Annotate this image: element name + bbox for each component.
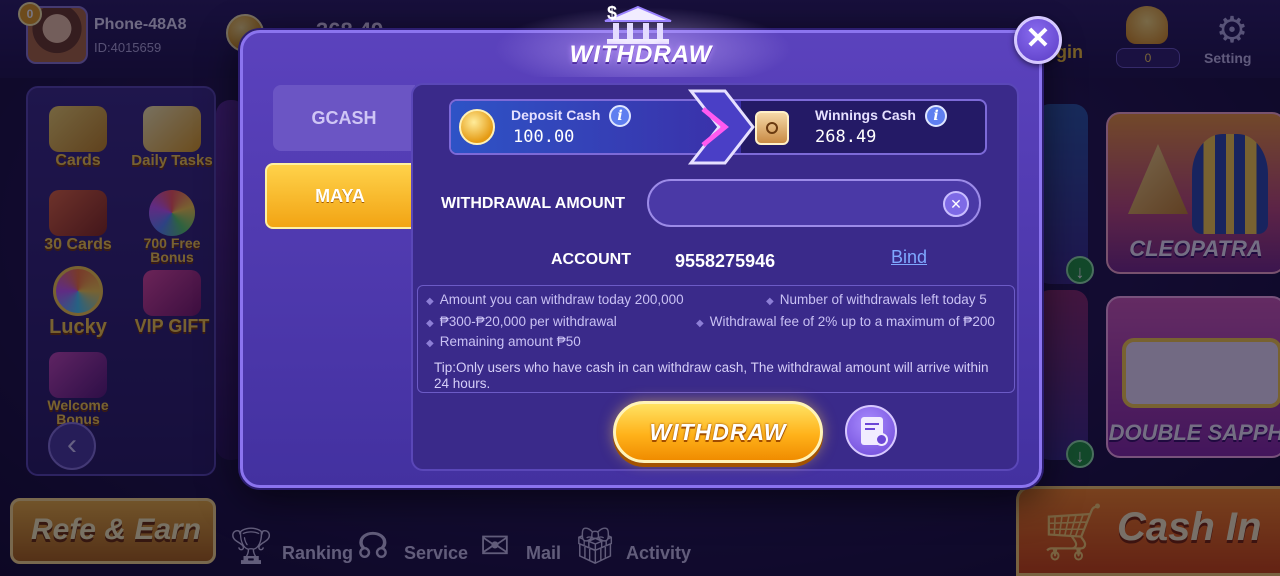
daily-tasks-icon xyxy=(143,106,201,152)
rule-line: ◆ Withdrawal fee of 2% up to a maximum of… xyxy=(696,314,995,329)
shopping-cart-icon: 🛒︎ xyxy=(1037,500,1109,563)
nav-item-service[interactable]: ☊ Service xyxy=(350,518,468,568)
game-card-double-sapphire[interactable]: DOUBLE SAPPH xyxy=(1106,296,1280,458)
withdrawal-amount-label: WITHDRAWAL AMOUNT xyxy=(441,195,625,212)
player-name: Phone-48A8 xyxy=(94,16,187,33)
mail-icon: ✉ xyxy=(479,525,511,566)
pyramid-icon xyxy=(1128,144,1188,214)
menu-item-vip-gift[interactable]: VIP GIFT xyxy=(128,270,216,346)
document-icon xyxy=(861,417,888,446)
nav-item-activity[interactable]: 🎁︎ Activity xyxy=(572,518,691,568)
setting-label[interactable]: Setting xyxy=(1204,50,1251,66)
cash-in-label: Cash In xyxy=(1117,505,1262,549)
bind-link[interactable]: Bind xyxy=(891,247,927,268)
download-arrow-icon[interactable]: ↓ xyxy=(1066,256,1094,284)
transfer-arrow-icon xyxy=(687,89,755,165)
clock-icon xyxy=(875,433,888,446)
menu-item-label: 30 Cards xyxy=(44,236,112,253)
menu-item-free-bonus[interactable]: 700 Free Bonus xyxy=(128,190,216,266)
player-id: ID:4015659 xyxy=(94,40,162,55)
menu-item-lucky[interactable]: Lucky xyxy=(34,266,122,342)
tip-text: Tip:Only users who have cash in can with… xyxy=(434,360,989,391)
svg-text:$: $ xyxy=(607,5,617,23)
winnings-cash-value: 268.49 xyxy=(815,127,877,147)
cards-icon xyxy=(49,106,107,152)
bullet-icon: ◆ xyxy=(426,318,434,329)
refer-and-earn-label: Refe & Earn xyxy=(30,513,202,546)
rule-line: ◆ Amount you can withdraw today 200,000 xyxy=(426,292,684,307)
menu-item-welcome-bonus[interactable]: Welcome Bonus xyxy=(34,352,122,428)
clear-icon[interactable]: ✕ xyxy=(943,191,969,217)
menu-item-cards[interactable]: Cards xyxy=(34,106,122,182)
game-card-cleopatra[interactable]: CLEOPATRA xyxy=(1106,112,1280,274)
cash-in-button[interactable]: 🛒︎ Cash In xyxy=(1016,486,1280,576)
account-label: ACCOUNT xyxy=(551,251,631,268)
bonus-pot-icon[interactable] xyxy=(1126,6,1168,44)
deposit-info-icon[interactable]: i xyxy=(609,105,631,127)
game-label: CLEOPATRA xyxy=(1129,236,1263,261)
gift-icon: 🎁︎ xyxy=(572,525,618,566)
bank-icon: $ xyxy=(604,5,672,44)
rule-line: ◆ ₱300-₱20,000 per withdrawal xyxy=(426,314,617,329)
tab-maya[interactable]: MAYA xyxy=(265,163,415,229)
game-card-partial[interactable] xyxy=(1036,290,1088,460)
bullet-icon: ◆ xyxy=(426,338,434,349)
headset-icon: ☊ xyxy=(357,525,389,566)
menu-item-label: Lucky xyxy=(49,316,107,338)
slot-reel-icon xyxy=(1122,338,1280,408)
left-side-menu: Cards Daily Tasks 30 Cards 700 Free Bonu… xyxy=(26,86,216,476)
bullet-icon: ◆ xyxy=(766,296,774,307)
free-bonus-wheel-icon xyxy=(149,190,195,236)
menu-item-label: Daily Tasks xyxy=(131,152,213,169)
30-cards-icon xyxy=(49,190,107,236)
menu-item-label: Cards xyxy=(55,152,101,169)
withdraw-dialog: $ WITHDRAW GCASH MAYA Deposit Cash i 100… xyxy=(240,5,1042,488)
tab-gcash[interactable]: GCASH xyxy=(273,85,415,151)
nav-label: Mail xyxy=(526,543,562,563)
coin-icon xyxy=(459,109,495,145)
rule-line: ◆ Number of withdrawals left today 5 xyxy=(766,292,987,307)
rule-line: ◆ Remaining amount ₱50 xyxy=(426,334,581,349)
nav-item-ranking[interactable]: 🏆︎ Ranking xyxy=(228,518,353,568)
safe-icon xyxy=(755,111,789,145)
trophy-icon: 🏆︎ xyxy=(228,525,274,566)
menu-item-label: 700 Free Bonus xyxy=(143,235,201,265)
game-label: DOUBLE SAPPH xyxy=(1108,420,1280,445)
nav-label: Ranking xyxy=(282,543,354,563)
account-number: 9558275946 xyxy=(675,251,776,271)
close-icon[interactable]: ✕ xyxy=(1014,16,1062,64)
menu-item-daily-tasks[interactable]: Daily Tasks xyxy=(128,106,216,182)
vip-gift-icon xyxy=(143,270,201,316)
lucky-wheel-icon xyxy=(53,266,103,316)
nav-label: Service xyxy=(404,543,469,563)
deposit-cash-label: Deposit Cash xyxy=(511,107,601,123)
withdraw-rules-box: ◆ Amount you can withdraw today 200,000 ◆… xyxy=(417,285,1015,393)
bullet-icon: ◆ xyxy=(696,318,704,329)
winnings-cash-label: Winnings Cash xyxy=(815,107,916,123)
chevron-left-icon[interactable]: ‹ xyxy=(48,422,96,470)
dialog-title: WITHDRAW xyxy=(569,41,713,68)
menu-item-30-cards[interactable]: 30 Cards xyxy=(34,190,122,266)
withdraw-button[interactable]: WITHDRAW xyxy=(613,401,823,463)
nav-label: Activity xyxy=(626,543,692,563)
deposit-cash-value: 100.00 xyxy=(513,127,575,147)
menu-item-label: VIP GIFT xyxy=(134,316,210,336)
bonus-pot-count: 0 xyxy=(1116,48,1180,68)
nav-item-mail[interactable]: ✉ Mail xyxy=(472,518,561,568)
vip-level-badge: 0 xyxy=(18,2,42,26)
pharaoh-icon xyxy=(1192,134,1268,234)
gear-icon[interactable]: ⚙ xyxy=(1212,10,1252,50)
winnings-info-icon[interactable]: i xyxy=(925,105,947,127)
withdrawal-amount-input[interactable] xyxy=(647,179,981,227)
withdraw-history-button[interactable] xyxy=(845,405,897,457)
refer-and-earn-button[interactable]: Refe & Earn xyxy=(10,498,216,564)
download-arrow-icon[interactable]: ↓ xyxy=(1066,440,1094,468)
welcome-bonus-icon xyxy=(49,352,107,398)
bullet-icon: ◆ xyxy=(426,296,434,307)
cash-balance-strip: Deposit Cash i 100.00 Winnings Cash i 26… xyxy=(449,89,987,165)
